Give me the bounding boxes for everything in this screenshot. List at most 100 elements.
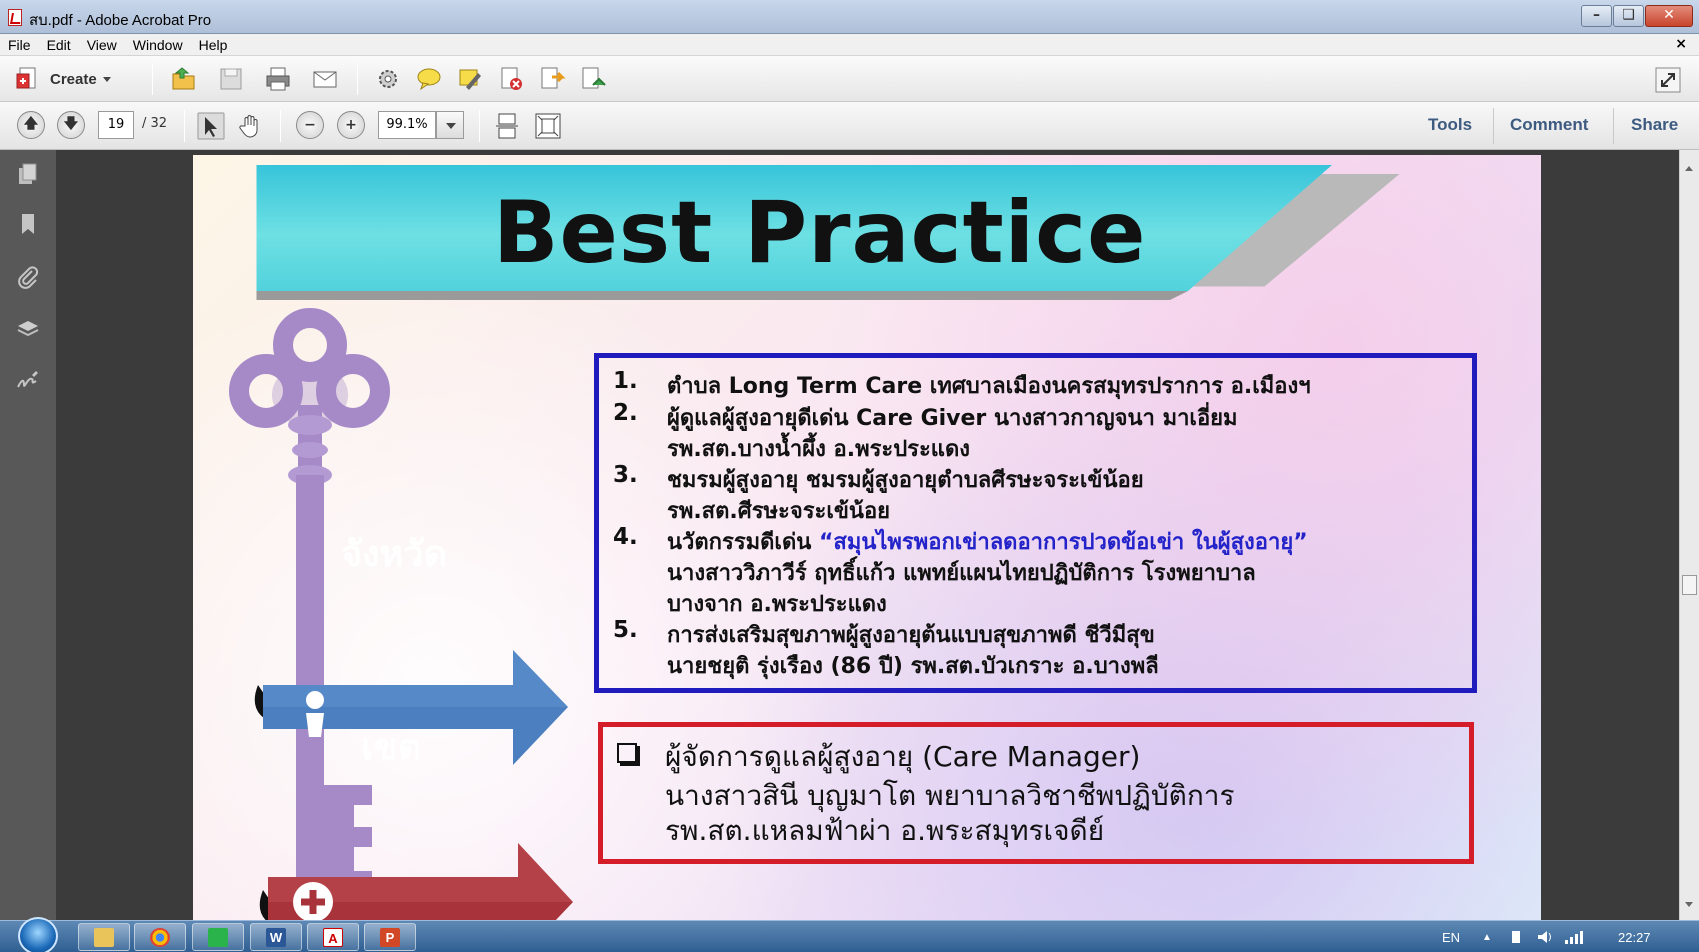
- scroll-down-arrow-icon[interactable]: [1685, 902, 1693, 907]
- title-bar: สบ.pdf - Adobe Acrobat Pro – ❑ ✕: [0, 0, 1699, 34]
- list-item-text: ชมรมผู้สูงอายุ ชมรมผู้สูงอายุตำบลศีรษะจร…: [667, 468, 1144, 493]
- taskbar-chrome[interactable]: [134, 923, 186, 951]
- email-icon[interactable]: [311, 65, 339, 93]
- taskbar-word[interactable]: W: [250, 923, 302, 951]
- print-icon[interactable]: [264, 65, 292, 93]
- delete-pages-icon[interactable]: [497, 65, 525, 93]
- page-total: / 32: [142, 116, 168, 131]
- list-item-text: รพ.สต.ศีรษะจระเข้น้อย: [667, 499, 891, 524]
- zoom-out-icon[interactable]: −: [296, 111, 324, 139]
- care-manager-line: ผู้จัดการดูแลผู้สูงอายุ (Care Manager): [665, 740, 1141, 773]
- menu-edit[interactable]: Edit: [39, 37, 79, 53]
- scrolling-mode-icon[interactable]: [493, 112, 521, 140]
- window-controls: – ❑ ✕: [1580, 5, 1693, 28]
- acrobat-icon: A: [323, 928, 343, 947]
- insert-pages-icon[interactable]: [579, 65, 607, 93]
- menu-file[interactable]: File: [0, 37, 39, 53]
- zoom-input[interactable]: 99.1%: [378, 111, 436, 139]
- extract-pages-icon[interactable]: [538, 65, 566, 93]
- zoom-in-icon[interactable]: +: [337, 111, 365, 139]
- list-item-text: นายชยุติ รุ่งเรือง (86 ปี) รพ.สต.บัวเกรา…: [667, 654, 1159, 679]
- innovation-quote: “สมุนไพรพอกเข่าลดอาการปวดข้อเข่า ในผู้สู…: [818, 530, 1308, 555]
- region-best-practice-box: ผู้จัดการดูแลผู้สูงอายุ (Care Manager) น…: [598, 722, 1474, 864]
- toolbar-divider: [184, 110, 185, 142]
- slide-title: Best Practice: [493, 183, 1147, 283]
- list-item-text: บางจาก อ.พระประแดง: [667, 592, 887, 617]
- language-indicator[interactable]: EN: [1442, 930, 1460, 945]
- tray-expand-icon[interactable]: ▲: [1482, 932, 1492, 943]
- fullscreen-icon[interactable]: [1654, 66, 1682, 94]
- minimize-icon: –: [1593, 7, 1600, 23]
- taskbar-explorer[interactable]: [78, 923, 130, 951]
- close-document-button[interactable]: ×: [1675, 36, 1687, 52]
- menu-view[interactable]: View: [79, 37, 125, 53]
- volume-icon[interactable]: [1536, 929, 1554, 945]
- device-icon[interactable]: [1508, 929, 1524, 945]
- vertical-scrollbar[interactable]: [1679, 150, 1699, 920]
- layers-icon[interactable]: [16, 317, 40, 341]
- list-number: 5.: [613, 617, 638, 643]
- zoom-dropdown-button[interactable]: [436, 111, 464, 139]
- minimize-button[interactable]: –: [1581, 5, 1612, 27]
- taskbar-acrobat[interactable]: A: [307, 923, 359, 951]
- chrome-icon: [150, 928, 170, 947]
- hand-tool-icon[interactable]: [237, 112, 265, 140]
- share-pane-button[interactable]: Share: [1631, 115, 1678, 135]
- create-label: Create: [50, 70, 97, 88]
- taskbar-line[interactable]: [192, 923, 244, 951]
- comment-icon[interactable]: [415, 65, 443, 93]
- signatures-icon[interactable]: [16, 369, 40, 393]
- create-button[interactable]: Create: [14, 65, 111, 93]
- navigation-pane: [0, 150, 56, 920]
- attachments-icon[interactable]: [16, 265, 40, 289]
- close-window-button[interactable]: ✕: [1645, 5, 1693, 27]
- page-number-input[interactable]: 19: [98, 111, 134, 139]
- highlight-icon[interactable]: [456, 65, 484, 93]
- folder-icon: [94, 928, 114, 947]
- list-number: 2.: [613, 400, 638, 426]
- settings-icon[interactable]: [374, 65, 402, 93]
- line-icon: [208, 928, 228, 947]
- window-title: สบ.pdf - Adobe Acrobat Pro: [29, 12, 212, 29]
- key-graphic: [229, 308, 573, 920]
- list-item-text: ตำบล Long Term Care เทศบาลเมืองนครสมุทรป…: [667, 374, 1311, 399]
- menu-bar: File Edit View Window Help ×: [0, 34, 1699, 56]
- tools-pane-button[interactable]: Tools: [1428, 115, 1472, 135]
- save-icon[interactable]: [217, 65, 245, 93]
- toolbar-divider: [479, 110, 480, 142]
- menu-window[interactable]: Window: [125, 37, 191, 53]
- bookmarks-icon[interactable]: [16, 212, 40, 236]
- pdf-app-icon: [8, 9, 22, 26]
- clock[interactable]: 22:27: [1618, 930, 1651, 945]
- care-manager-line: รพ.สต.แหลมฟ้าผ่า อ.พระสมุทรเจดีย์: [665, 814, 1105, 847]
- region-arrow-label: เขต: [361, 727, 422, 768]
- checkbox-bullet-icon: [617, 743, 637, 763]
- toolbar-divider: [152, 63, 153, 95]
- list-item-prefix: นวัตกรรมดีเด่น: [667, 530, 819, 555]
- start-button[interactable]: [18, 917, 58, 952]
- toolbar-divider: [1613, 108, 1614, 144]
- toolbar-divider: [1493, 108, 1494, 144]
- fit-page-icon[interactable]: [534, 112, 562, 140]
- pages-icon[interactable]: [16, 162, 40, 186]
- restore-icon: ❑: [1622, 7, 1635, 23]
- person-icon: [306, 691, 324, 737]
- open-icon[interactable]: [170, 65, 198, 93]
- taskbar-powerpoint[interactable]: P: [364, 923, 416, 951]
- restore-button[interactable]: ❑: [1613, 5, 1644, 27]
- comment-pane-button[interactable]: Comment: [1510, 115, 1588, 135]
- prev-page-icon[interactable]: 🡅: [17, 111, 45, 139]
- network-icon[interactable]: [1564, 929, 1584, 945]
- list-number: 1.: [613, 368, 638, 394]
- scroll-up-arrow-icon[interactable]: [1685, 166, 1693, 171]
- scroll-thumb[interactable]: [1682, 575, 1697, 595]
- toolbar-divider: [280, 110, 281, 142]
- chevron-down-icon: [102, 76, 111, 82]
- list-item-text: นางสาววิภาวีร์ ฤทธิ์แก้ว แพทย์แผนไทยปฏิบ…: [667, 561, 1256, 586]
- list-item-text: ผู้ดูแลผู้สูงอายุดีเด่น Care Giver นางสา…: [667, 406, 1238, 431]
- menu-help[interactable]: Help: [191, 37, 236, 53]
- close-icon: ✕: [1663, 7, 1675, 23]
- next-page-icon[interactable]: 🡇: [57, 111, 85, 139]
- select-tool-icon[interactable]: [197, 112, 225, 140]
- list-item-text: การส่งเสริมสุขภาพผู้สูงอายุต้นแบบสุขภาพด…: [667, 623, 1155, 648]
